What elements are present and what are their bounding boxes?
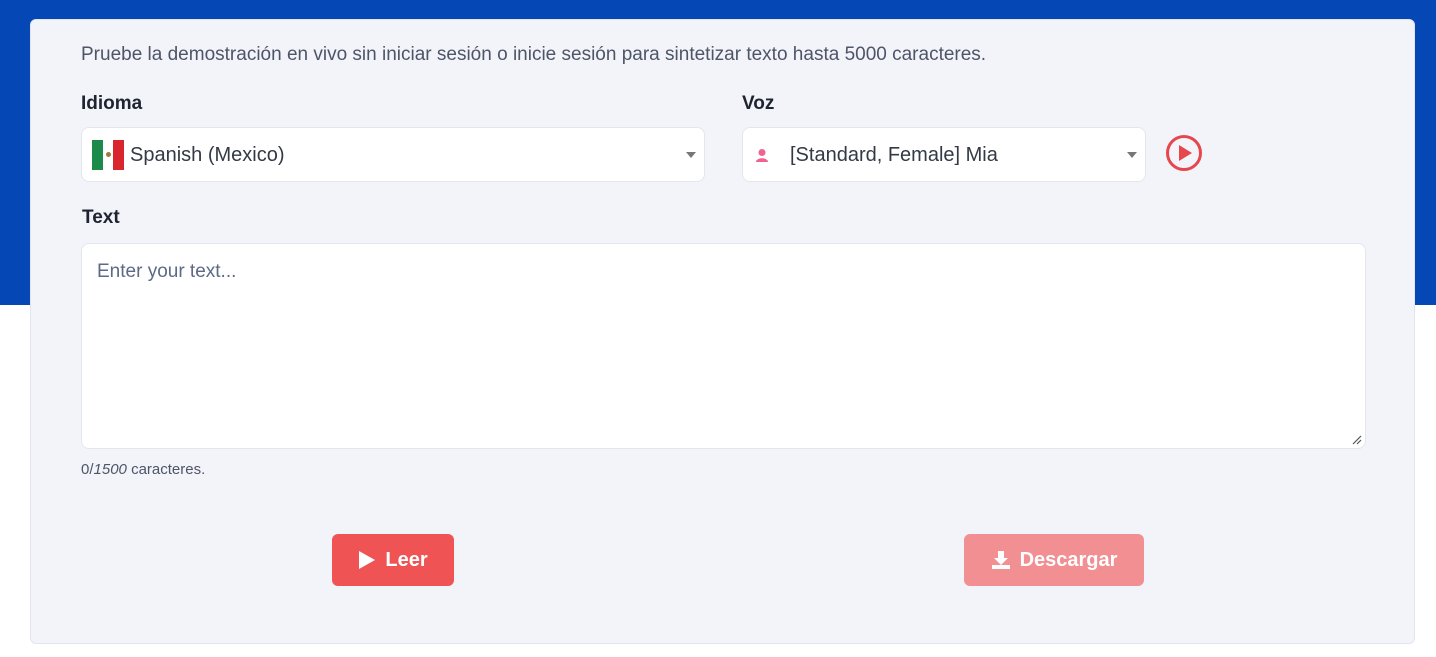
female-user-icon (756, 149, 768, 162)
language-label: Idioma (81, 93, 143, 114)
download-button[interactable]: Descargar (964, 534, 1144, 586)
text-label: Text (82, 207, 120, 228)
counter-max: 1500 (93, 461, 127, 478)
resize-handle-icon[interactable] (1352, 435, 1362, 445)
download-button-label: Descargar (1019, 548, 1118, 571)
play-icon (359, 551, 376, 569)
read-button[interactable]: Leer (332, 534, 454, 586)
voice-selected-value: [Standard, Female] Mia (790, 144, 998, 166)
text-input-placeholder: Enter your text... (97, 261, 237, 282)
text-input[interactable]: Enter your text... (81, 243, 1366, 449)
play-circle-icon[interactable] (1165, 134, 1203, 172)
counter-suffix: caracteres. (131, 461, 206, 478)
mexico-flag-icon (92, 140, 125, 170)
voice-select[interactable]: [Standard, Female] Mia (742, 127, 1146, 182)
intro-text: Pruebe la demostración en vivo sin inici… (81, 44, 987, 65)
language-select[interactable]: Spanish (Mexico) (81, 127, 705, 182)
character-counter: 0/1500 caracteres. (81, 461, 205, 478)
voice-label: Voz (742, 93, 775, 114)
tts-demo-card: Pruebe la demostración en vivo sin inici… (30, 19, 1415, 644)
chevron-down-icon (686, 152, 696, 158)
download-icon (991, 551, 1010, 569)
read-button-label: Leer (385, 548, 428, 571)
chevron-down-icon (1127, 152, 1137, 158)
language-selected-value: Spanish (Mexico) (130, 144, 285, 166)
